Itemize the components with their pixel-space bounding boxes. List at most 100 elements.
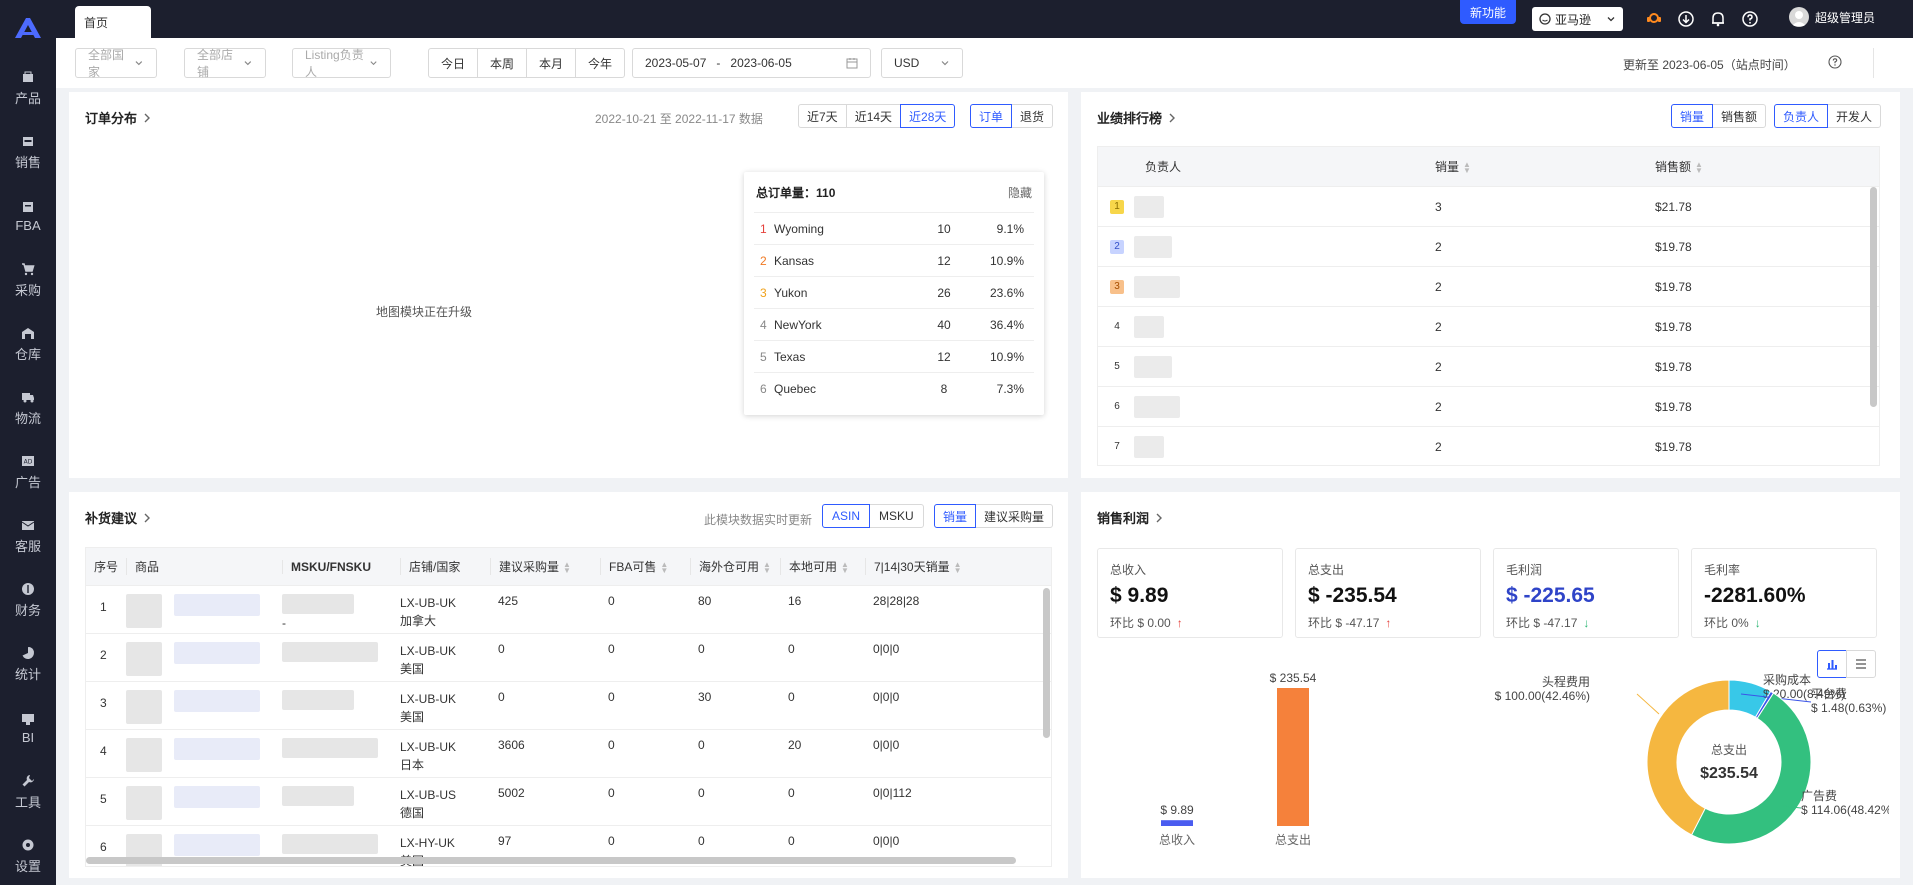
sort-icon: ▲ ▼ (1695, 159, 1703, 175)
sidebar-item-label: 仓库 (14, 346, 41, 362)
restock-col-label: 商品 (135, 560, 160, 574)
store-select[interactable]: 全部店铺 (184, 48, 266, 79)
help-circle-icon[interactable] (1828, 55, 1842, 72)
metric-amount-tab[interactable]: 销售额 (1712, 104, 1767, 128)
hide-button[interactable]: 隐藏 (1008, 184, 1032, 201)
restock-col-4[interactable]: 建议采购量 ▲ ▼ (490, 558, 600, 575)
role-dev-tab[interactable]: 开发人 (1827, 104, 1882, 128)
currency-select[interactable]: USD (881, 48, 963, 78)
col-amount[interactable]: 销售额 ▲ ▼ (1655, 158, 1855, 175)
top-bar: 首页 新功能 亚马逊 超级管理员 (56, 0, 1913, 38)
slice-value-label: $ 1.48(0.63%) (1811, 701, 1886, 715)
finance-icon (21, 582, 35, 596)
ranking-title[interactable]: 业绩排行榜 (1097, 108, 1176, 127)
expense-donut-chart: 采购成本$ 20.00(8.49%)平台费$ 1.48(0.63%)广告费$ 1… (1495, 672, 1889, 845)
sidebar-item-6[interactable]: AD 广告 (0, 440, 56, 504)
restock-title[interactable]: 补货建议 (85, 508, 151, 527)
period-year-button[interactable]: 今年 (575, 48, 625, 78)
sidebar-item-0[interactable]: 产品 (0, 56, 56, 120)
restock-col-5[interactable]: FBA可售 ▲ ▼ (600, 558, 690, 575)
marketplace-select[interactable]: 亚马逊 (1532, 7, 1623, 31)
store-name: LX-UB-UK (400, 740, 457, 754)
range-14-tab[interactable]: 近14天 (845, 104, 902, 128)
restock-row: 3 LX-UB-UK 美国 0 0 30 0 0|0|0 (86, 682, 1051, 730)
period-week-button[interactable]: 本周 (477, 48, 527, 78)
id-msku-tab[interactable]: MSKU (869, 504, 924, 528)
restock-suggest: 0 (498, 690, 505, 704)
range-7-tab[interactable]: 近7天 (798, 104, 847, 128)
sidebar-item-12[interactable]: 设置 (0, 824, 56, 885)
help-icon[interactable] (1740, 9, 1760, 29)
fba-icon (21, 200, 35, 214)
tab-home[interactable]: 首页 (75, 6, 151, 38)
sidebar-item-2[interactable]: FBA (0, 184, 56, 248)
sidebar-item-3[interactable]: 采购 (0, 248, 56, 312)
download-icon[interactable] (1676, 9, 1696, 29)
slice-value-label: $ 114.06(48.42%) (1801, 803, 1889, 817)
restock-scrollbar-h[interactable] (86, 857, 1016, 864)
user-menu[interactable]: 超级管理员 (1789, 7, 1875, 27)
period-month-button[interactable]: 本月 (526, 48, 576, 78)
sidebar-item-9[interactable]: 统计 (0, 632, 56, 696)
restock-overseas: 80 (698, 594, 712, 608)
state-count: 10 (937, 221, 951, 236)
col-qty[interactable]: 销量 ▲ ▼ (1435, 158, 1655, 175)
order-state-row: 1 Wyoming 10 9.1% (754, 212, 1034, 244)
kpi-income: 总收入 $ 9.89 环比 $ 0.00 ↑ (1097, 548, 1283, 638)
store-country-cell: LX-UB-UK 美国 (400, 690, 490, 726)
support-icon[interactable] (1644, 9, 1664, 29)
kind-return-tab[interactable]: 退货 (1011, 104, 1054, 128)
sidebar-item-label: 广告 (14, 474, 41, 490)
sidebar-item-label: 财务 (14, 602, 41, 618)
listing-owner-select[interactable]: Listing负责人 (292, 48, 391, 79)
profit-bar-chart: $ 9.89 总收入 $ 235.54 总支出 (1159, 671, 1317, 847)
restock-fba: 0 (608, 690, 615, 704)
restock-panel: 补货建议 此模块数据实时更新 ASIN MSKU 销量 建议采购量 序号 商品 MS… (69, 492, 1068, 878)
ranking-scrollbar[interactable] (1870, 187, 1877, 407)
sidebar-item-4[interactable]: 仓库 (0, 312, 56, 376)
restock-col-6[interactable]: 海外仓可用 ▲ ▼ (690, 558, 780, 575)
col-qty-label: 销量 (1435, 160, 1460, 174)
kind-order-tab[interactable]: 订单 (970, 104, 1013, 128)
sidebar-item-10[interactable]: BI (0, 696, 56, 760)
sidebar-item-11[interactable]: 工具 (0, 760, 56, 824)
range-28-tab[interactable]: 近28天 (900, 104, 956, 128)
role-owner-tab[interactable]: 负责人 (1774, 104, 1829, 128)
sidebar-item-5[interactable]: 物流 (0, 376, 56, 440)
kpi-income-label: 总收入 (1110, 563, 1147, 577)
new-feature-button[interactable]: 新功能 (1460, 0, 1517, 24)
sidebar-item-label: 物流 (14, 410, 41, 426)
restock-local: 0 (788, 834, 795, 848)
country-select[interactable]: 全部国家 (75, 48, 157, 79)
restock-overseas: 0 (698, 642, 705, 656)
sidebar-item-1[interactable]: 销售 (0, 120, 56, 184)
restock-fba: 0 (608, 738, 615, 752)
arrow-down-icon: ↓ (1754, 615, 1761, 630)
currency-select-value: USD (894, 56, 920, 70)
gear-icon (21, 838, 35, 852)
bell-icon[interactable] (1708, 9, 1728, 29)
sidebar-item-7[interactable]: 客服 (0, 504, 56, 568)
metric-qty-tab[interactable]: 销量 (1671, 104, 1714, 128)
profit-title[interactable]: 销售利润 (1097, 508, 1163, 527)
order-state-row: 6 Quebec 8 7.3% (754, 372, 1034, 404)
restock-col-8[interactable]: 7|14|30天销量 ▲ ▼ (865, 558, 1015, 575)
rank-qty: 2 (1435, 359, 1442, 374)
restock-suggest-tab[interactable]: 建议采购量 (975, 504, 1054, 528)
restock-sales: 0|0|0 (873, 642, 900, 656)
state-name: Kansas (774, 253, 815, 268)
id-asin-tab[interactable]: ASIN (822, 504, 871, 528)
date-range-picker[interactable]: 2023-05-07 - 2023-06-05 (632, 48, 871, 78)
restock-col-7[interactable]: 本地可用 ▲ ▼ (780, 558, 865, 575)
sidebar-item-8[interactable]: 财务 (0, 568, 56, 632)
restock-scrollbar-v[interactable] (1043, 588, 1050, 738)
msku-cell (282, 642, 400, 664)
restock-qty-tab[interactable]: 销量 (934, 504, 977, 528)
date-end: 2023-06-05 (730, 56, 792, 70)
period-today-button[interactable]: 今日 (428, 48, 478, 78)
order-state-list: 1 Wyoming 10 9.1% 2 Kansas 12 10.9% 3 Yukon 26 23.6… (744, 212, 1044, 404)
col-owner: 负责人 (1098, 158, 1435, 175)
order-distribution-title[interactable]: 订单分布 (85, 108, 151, 127)
app-logo[interactable] (0, 0, 56, 56)
rank-amount: $19.78 (1655, 359, 1692, 374)
